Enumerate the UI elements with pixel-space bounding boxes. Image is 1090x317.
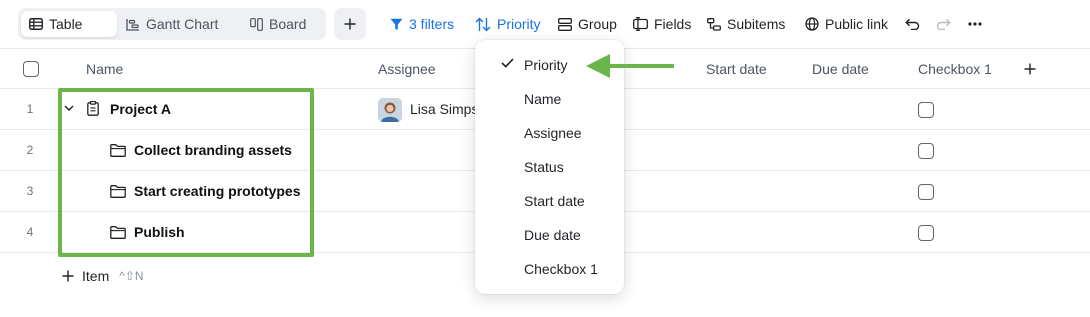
clipboard-icon — [87, 101, 99, 116]
dropdown-item-due-date[interactable]: Due date — [475, 220, 624, 250]
checkbox-1-cell[interactable] — [918, 184, 934, 200]
checkbox-1-cell[interactable] — [918, 225, 934, 241]
more-button[interactable] — [968, 12, 982, 36]
add-column-button[interactable] — [1024, 63, 1036, 75]
assignee-name: Lisa Simps — [410, 101, 479, 117]
chevron-down-icon — [64, 105, 74, 111]
column-header-assignee[interactable]: Assignee — [378, 61, 436, 77]
add-item-label: Item — [82, 268, 110, 284]
add-view-button[interactable] — [334, 8, 366, 40]
dropdown-item-label: Due date — [524, 227, 581, 243]
item-name[interactable]: Publish — [134, 224, 185, 240]
plus-icon — [344, 18, 356, 30]
plus-icon — [1024, 63, 1036, 75]
checkmark-icon — [501, 58, 514, 68]
dropdown-item-status[interactable]: Status — [475, 152, 624, 182]
dropdown-item-label: Name — [524, 91, 562, 107]
view-switcher: Table Gantt Chart Board — [18, 8, 326, 40]
dropdown-item-label: Start date — [524, 193, 585, 209]
folder-icon — [110, 226, 126, 239]
gantt-icon — [126, 18, 140, 31]
dropdown-item-label: Status — [524, 159, 564, 175]
subitems-icon — [707, 17, 721, 31]
fields-label: Fields — [654, 16, 692, 32]
row-number: 1 — [26, 102, 34, 116]
group-button[interactable]: Group — [558, 12, 617, 36]
dropdown-item-start-date[interactable]: Start date — [475, 186, 624, 216]
plus-icon — [62, 270, 74, 282]
undo-icon — [905, 18, 920, 30]
filters-button[interactable]: 3 filters — [390, 12, 454, 36]
dropdown-item-assignee[interactable]: Assignee — [475, 118, 624, 148]
dropdown-item-label: Priority — [524, 57, 568, 73]
dropdown-item-name[interactable]: Name — [475, 84, 624, 114]
fields-button[interactable]: Fields — [633, 12, 691, 36]
more-icon — [968, 22, 982, 26]
fields-icon — [633, 17, 648, 31]
tab-gantt-chart-label: Gantt Chart — [146, 16, 219, 32]
column-header-start-date[interactable]: Start date — [706, 61, 767, 77]
filter-icon — [390, 18, 403, 31]
column-header-checkbox-1[interactable]: Checkbox 1 — [918, 61, 992, 77]
public-link-label: Public link — [825, 16, 889, 32]
dropdown-item-label: Checkbox 1 — [524, 261, 598, 277]
column-header-name[interactable]: Name — [86, 61, 123, 77]
folder-icon — [110, 144, 126, 157]
tab-table-label: Table — [49, 16, 83, 32]
tab-gantt-chart[interactable]: Gantt Chart — [118, 11, 238, 37]
filters-label: 3 filters — [409, 16, 455, 32]
undo-button[interactable] — [905, 12, 920, 36]
redo-icon — [936, 18, 951, 30]
dropdown-item-priority[interactable]: Priority — [475, 50, 624, 80]
sort-icon — [475, 17, 491, 32]
avatar — [378, 98, 402, 122]
column-header-due-date[interactable]: Due date — [812, 61, 869, 77]
row-number: 4 — [26, 225, 34, 239]
add-item-shortcut: ^⇧N — [119, 269, 144, 283]
subitems-button[interactable]: Subitems — [707, 12, 785, 36]
add-item-button[interactable]: Item ^⇧N — [62, 266, 144, 286]
subitems-label: Subitems — [727, 16, 786, 32]
dropdown-item-checkbox-1[interactable]: Checkbox 1 — [475, 254, 624, 284]
select-all-checkbox[interactable] — [23, 61, 39, 77]
item-name[interactable]: Collect branding assets — [134, 142, 292, 158]
row-number: 2 — [26, 143, 34, 157]
item-name[interactable]: Start creating prototypes — [134, 183, 300, 199]
folder-icon — [110, 185, 126, 198]
sort-button[interactable]: Priority — [475, 12, 541, 36]
expand-toggle[interactable] — [64, 105, 74, 111]
group-label: Group — [578, 16, 617, 32]
public-link-button[interactable]: Public link — [805, 12, 888, 36]
checkbox-1-cell[interactable] — [918, 102, 934, 118]
sort-field-dropdown: Priority Name Assignee Status Start date… — [475, 40, 624, 294]
tab-board[interactable]: Board — [242, 11, 322, 37]
sort-label: Priority — [497, 16, 541, 32]
tab-board-label: Board — [269, 16, 307, 32]
row-number: 3 — [26, 184, 34, 198]
redo-button[interactable] — [936, 12, 951, 36]
tab-table[interactable]: Table — [21, 11, 117, 37]
table-icon — [29, 18, 43, 30]
group-icon — [558, 17, 572, 31]
globe-icon — [805, 17, 819, 31]
board-icon — [250, 17, 263, 31]
item-name[interactable]: Project A — [110, 101, 171, 117]
dropdown-item-label: Assignee — [524, 125, 582, 141]
checkbox-1-cell[interactable] — [918, 143, 934, 159]
